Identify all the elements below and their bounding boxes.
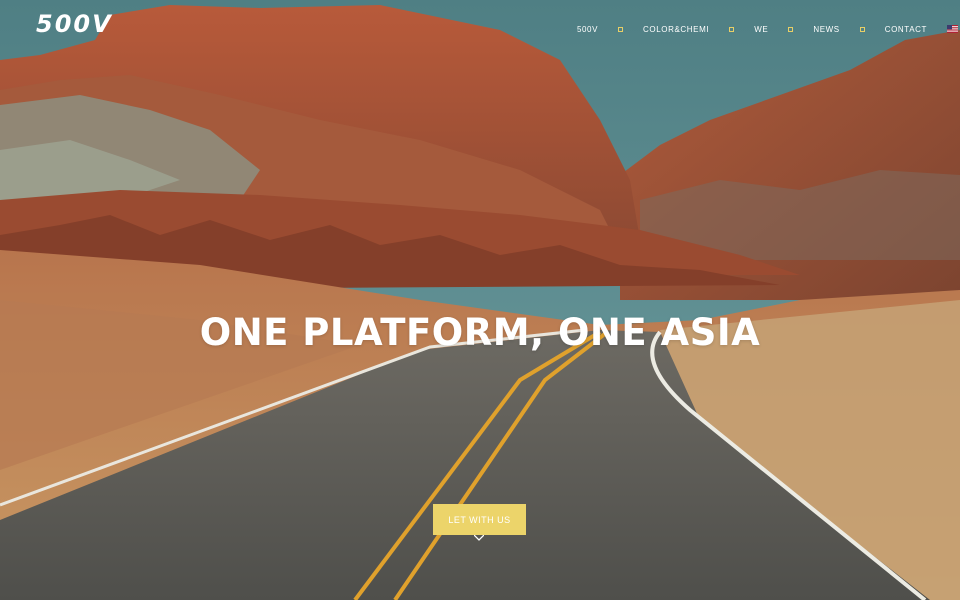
hero-headline: ONE PLATFORM, ONE ASIA — [199, 310, 761, 354]
brand-logo[interactable]: 500V — [36, 8, 140, 40]
main-nav: 500V COLOR&CHEMI WE NEWS CONTACT — [577, 20, 960, 38]
nav-separator-icon — [729, 26, 735, 32]
chevron-down-icon — [474, 535, 484, 541]
nav-link-we[interactable]: WE — [754, 25, 768, 34]
us-flag-icon[interactable] — [947, 25, 958, 33]
nav-separator-icon — [618, 26, 624, 32]
let-with-us-button[interactable]: LET WITH US — [433, 504, 526, 535]
nav-link-500v[interactable]: 500V — [577, 25, 598, 34]
nav-link-contact[interactable]: CONTACT — [885, 25, 927, 34]
nav-link-news[interactable]: NEWS — [813, 25, 839, 34]
logo-500v-icon: 500V — [36, 10, 113, 38]
nav-link-color-chemi[interactable]: COLOR&CHEMI — [643, 25, 709, 34]
hero-section: 500V 500V COLOR&CHEMI WE NEWS CONTACT ON… — [0, 0, 960, 600]
svg-text:500V: 500V — [36, 10, 113, 38]
nav-separator-icon — [788, 26, 794, 32]
nav-separator-icon — [859, 26, 865, 32]
